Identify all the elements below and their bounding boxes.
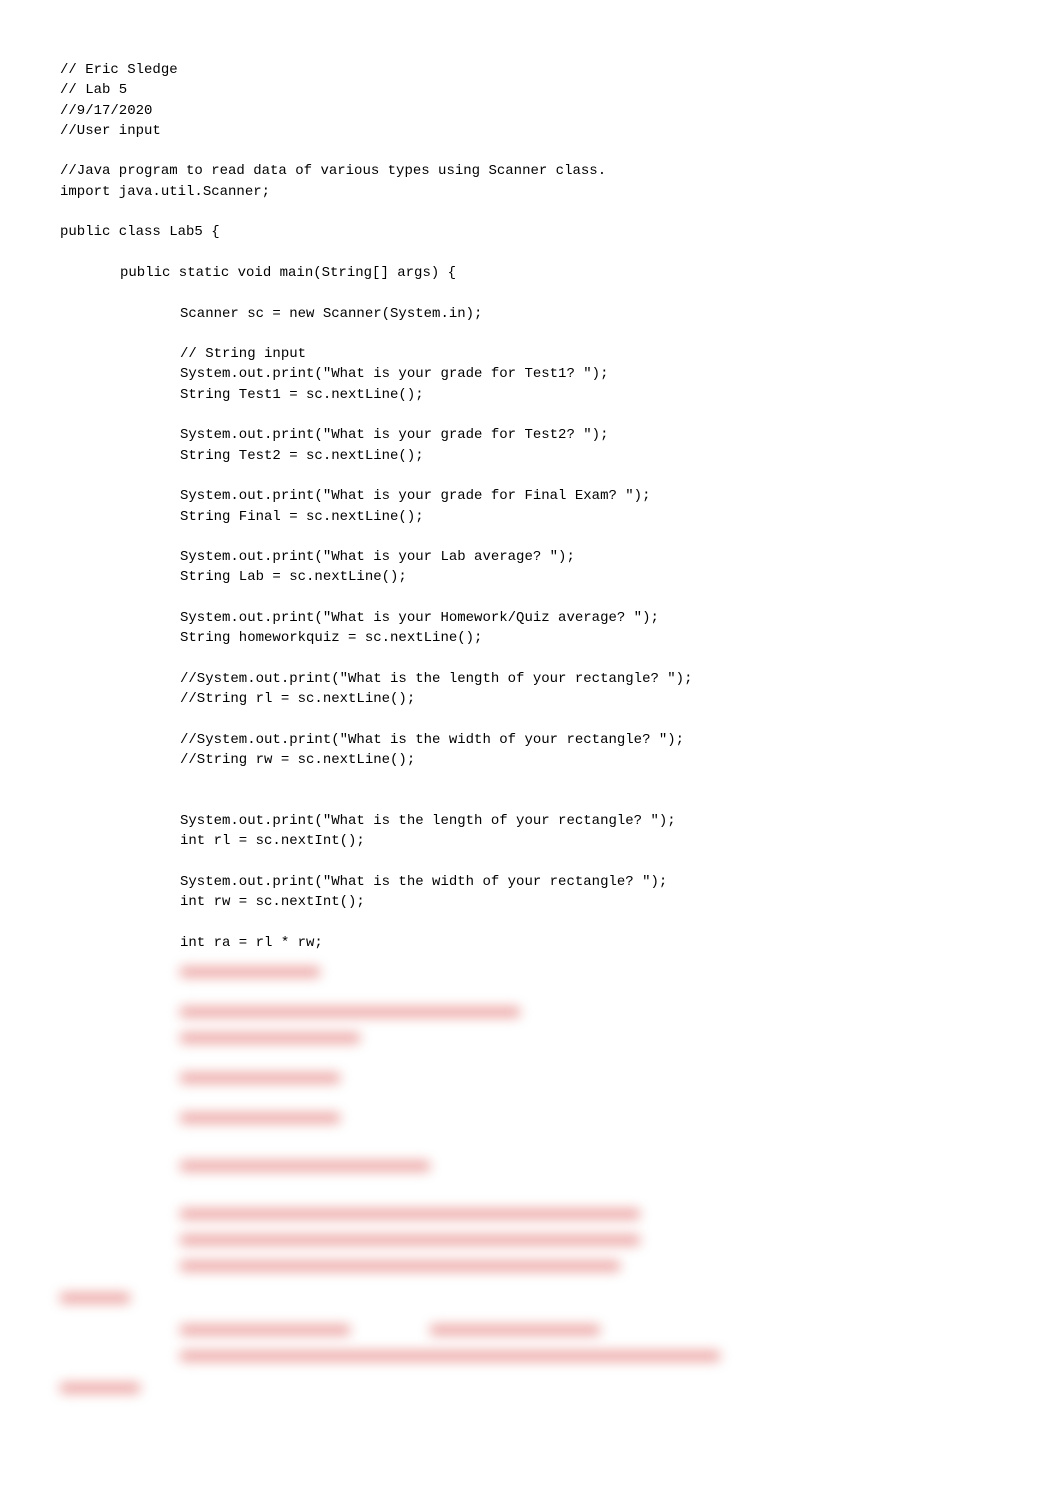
code-line: int rl = sc.nextInt();	[60, 831, 1002, 851]
code-line: int ra = rl * rw;	[60, 933, 1002, 953]
code-line: String Test1 = sc.nextLine();	[60, 385, 1002, 405]
obscured-content	[60, 1285, 1002, 1311]
code-line: System.out.print("What is the length of …	[60, 811, 1002, 831]
code-line: //System.out.print("What is the length o…	[60, 669, 1002, 689]
code-line: String Test2 = sc.nextLine();	[60, 446, 1002, 466]
code-line: System.out.print("What is the width of y…	[60, 872, 1002, 892]
code-line: String Lab = sc.nextLine();	[60, 567, 1002, 587]
code-line: System.out.print("What is your Lab avera…	[60, 547, 1002, 567]
code-line: //System.out.print("What is the width of…	[60, 730, 1002, 750]
code-line: String homeworkquiz = sc.nextLine();	[60, 628, 1002, 648]
code-line: Scanner sc = new Scanner(System.in);	[60, 304, 1002, 324]
code-line: //String rw = sc.nextLine();	[60, 750, 1002, 770]
code-line: // String input	[60, 344, 1002, 364]
code-line: public static void main(String[] args) {	[60, 263, 1002, 283]
code-line: //Java program to read data of various t…	[60, 161, 1002, 181]
code-line: //User input	[60, 121, 1002, 141]
code-line: //String rl = sc.nextLine();	[60, 689, 1002, 709]
obscured-content	[60, 959, 1002, 1279]
code-line: System.out.print("What is your grade for…	[60, 364, 1002, 384]
code-line: String Final = sc.nextLine();	[60, 507, 1002, 527]
code-line: System.out.print("What is your grade for…	[60, 486, 1002, 506]
code-line: import java.util.Scanner;	[60, 182, 1002, 202]
code-line: System.out.print("What is your grade for…	[60, 425, 1002, 445]
code-line: int rw = sc.nextInt();	[60, 892, 1002, 912]
code-line: public class Lab5 {	[60, 222, 1002, 242]
code-line: System.out.print("What is your Homework/…	[60, 608, 1002, 628]
document-page: // Eric Sledge // Lab 5 //9/17/2020 //Us…	[0, 0, 1062, 1461]
code-line: //9/17/2020	[60, 101, 1002, 121]
obscured-content	[60, 1317, 1002, 1369]
code-line: // Lab 5	[60, 80, 1002, 100]
code-line: // Eric Sledge	[60, 60, 1002, 80]
obscured-content	[60, 1375, 1002, 1401]
